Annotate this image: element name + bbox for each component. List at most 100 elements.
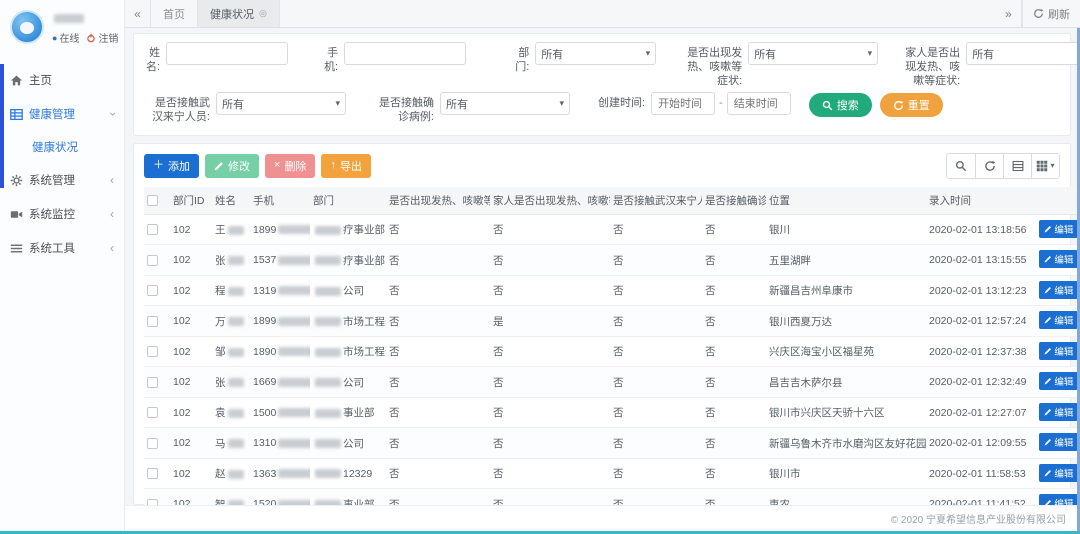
sidebar-item-health-status[interactable]: 健康状况 (0, 131, 124, 163)
start-date-input[interactable] (651, 92, 715, 115)
table-row[interactable]: 102马1310公司否否否否新疆乌鲁木齐市水磨沟区友好花园二期2020-02-0… (144, 428, 1080, 459)
table-row[interactable]: 102程1319公司否否否否新疆昌吉州阜康市2020-02-01 13:12:2… (144, 275, 1080, 306)
created-filter-label: 创建时间: (598, 92, 645, 111)
cell-entry-time: 2020-02-01 12:27:07 (926, 397, 1028, 428)
column-header: 部门ID (170, 187, 212, 215)
cell-actions: 编辑×删除 (1028, 336, 1080, 367)
reset-button-label: 重置 (908, 97, 930, 113)
logout-link[interactable]: 注销 (98, 30, 118, 45)
sidebar-item-system-tools[interactable]: 系统工具 ‹ (0, 231, 124, 265)
name-filter-input[interactable] (166, 42, 288, 65)
redacted-text (228, 409, 244, 418)
table-columns-button[interactable]: ▾ (1031, 154, 1059, 178)
table-row[interactable]: 102张1537疗事业部否否否否五里湖畔2020-02-01 13:15:55编… (144, 245, 1080, 276)
select-all-checkbox[interactable] (147, 195, 158, 206)
row-checkbox[interactable] (147, 255, 158, 266)
sidebar-item-system-monitor[interactable]: 系统监控 ‹ (0, 197, 124, 231)
cell-name: 万 (212, 306, 250, 337)
sidebar-item-label: 健康状况 (32, 142, 78, 154)
row-checkbox[interactable] (147, 285, 158, 296)
reset-button[interactable]: 重置 (880, 93, 943, 117)
cell-family-symptom: 否 (490, 275, 610, 306)
row-checkbox[interactable] (147, 407, 158, 418)
dept-filter-select[interactable]: 所有 ▾ (535, 42, 656, 65)
cell-symptom: 否 (386, 367, 490, 398)
cell-phone: 1537 (250, 245, 310, 276)
phone-filter-input[interactable] (344, 42, 466, 65)
row-checkbox[interactable] (147, 316, 158, 327)
search-button[interactable]: 搜索 (809, 93, 872, 117)
table-row[interactable]: 102王1899疗事业部否否否否银川2020-02-01 13:18:56编辑×… (144, 214, 1080, 245)
row-edit-button[interactable]: 编辑 (1039, 250, 1078, 268)
tabs-scroll-right-button[interactable]: » (996, 0, 1022, 27)
redacted-text (228, 317, 244, 326)
sidebar-item-health-management[interactable]: 健康管理 ‹ (0, 97, 124, 131)
table-refresh-button[interactable] (975, 154, 1003, 178)
table-search-toggle-button[interactable] (947, 154, 975, 178)
symptom-filter-select[interactable]: 所有 ▾ (748, 42, 878, 65)
add-button[interactable]: ＋ 添加 (144, 154, 199, 178)
column-header: 是否出现发热、咳嗽等症状 (386, 187, 490, 215)
cell-name: 袁 (212, 397, 250, 428)
cell-dept: 公司 (310, 275, 386, 306)
end-date-input[interactable] (727, 92, 791, 115)
edit-pencil-icon (1044, 255, 1052, 263)
row-checkbox[interactable] (147, 377, 158, 388)
row-edit-button[interactable]: 编辑 (1039, 311, 1078, 329)
user-panel: ● 在线 注销 (0, 0, 124, 53)
row-checkbox[interactable] (147, 224, 158, 235)
online-status-icon: ● (52, 33, 57, 43)
table-row[interactable]: 102袁1500事业部否否否否银川市兴庆区天骄十六区2020-02-01 12:… (144, 397, 1080, 428)
table-row[interactable]: 102赵136312329否否否否银川市2020-02-01 11:58:53编… (144, 458, 1080, 489)
refresh-page-button[interactable]: 刷新 (1022, 0, 1080, 27)
export-button-label: 导出 (340, 158, 362, 174)
wuhan-filter-select[interactable]: 所有 ▾ (216, 92, 346, 115)
table-row[interactable]: 102智1520事业部否否否否惠农2020-02-01 11:41:52编辑×删… (144, 489, 1080, 505)
row-edit-button[interactable]: 编辑 (1039, 403, 1078, 421)
row-edit-button[interactable]: 编辑 (1039, 433, 1078, 451)
row-checkbox[interactable] (147, 346, 158, 357)
row-checkbox[interactable] (147, 468, 158, 479)
cell-wuhan-contact: 否 (610, 275, 702, 306)
redacted-text (228, 348, 244, 357)
cell-dept-id: 102 (170, 275, 212, 306)
sidebar-item-home[interactable]: 主页 (0, 63, 124, 97)
redacted-text (228, 378, 244, 387)
row-edit-button[interactable]: 编辑 (1039, 220, 1078, 238)
cell-entry-time: 2020-02-01 13:12:23 (926, 275, 1028, 306)
cell-confirmed-contact: 否 (702, 397, 766, 428)
table-row[interactable]: 102张1669公司否否否否昌吉吉木萨尔县2020-02-01 12:32:49… (144, 367, 1080, 398)
cell-dept-id: 102 (170, 306, 212, 337)
row-edit-button[interactable]: 编辑 (1039, 281, 1078, 299)
avatar[interactable] (10, 10, 44, 44)
row-edit-button[interactable]: 编辑 (1039, 372, 1078, 390)
row-edit-button[interactable]: 编辑 (1039, 494, 1078, 505)
tab-health-status[interactable]: 健康状况 ◎ (198, 0, 280, 27)
app-window: ● 在线 注销 主页 健康管理 ‹ 健康状况 系统管理 (0, 0, 1080, 534)
table-row[interactable]: 102万1899市场工程部否是否否银川西夏万达2020-02-01 12:57:… (144, 306, 1080, 337)
cell-dept: 12329 (310, 458, 386, 489)
row-checkbox[interactable] (147, 438, 158, 449)
redacted-text (315, 378, 341, 387)
row-edit-button[interactable]: 编辑 (1039, 464, 1078, 482)
delete-button-label: 删除 (284, 158, 306, 174)
sidebar-item-system-management[interactable]: 系统管理 ‹ (0, 163, 124, 197)
cell-symptom: 否 (386, 214, 490, 245)
export-button[interactable]: ↑ 导出 (321, 154, 371, 178)
tabs-scroll-left-button[interactable]: « (125, 0, 151, 27)
confirmed-filter-select[interactable]: 所有 ▾ (440, 92, 570, 115)
modify-button[interactable]: 修改 (205, 154, 259, 178)
table-view-toggle-button[interactable] (1003, 154, 1031, 178)
refresh-label: 刷新 (1048, 6, 1070, 22)
row-edit-button[interactable]: 编辑 (1039, 342, 1078, 360)
cell-actions: 编辑×删除 (1028, 397, 1080, 428)
delete-button[interactable]: × 删除 (265, 154, 315, 178)
cell-location: 银川西夏万达 (766, 306, 926, 337)
cell-dept-id: 102 (170, 458, 212, 489)
tab-home[interactable]: 首页 (151, 0, 198, 27)
grid-view-icon (1012, 160, 1024, 172)
table-row[interactable]: 102邹1890市场工程部否否否否兴庆区海宝小区福星苑2020-02-01 12… (144, 336, 1080, 367)
family-filter-select[interactable]: 所有 ▾ (966, 42, 1080, 65)
sidebar: ● 在线 注销 主页 健康管理 ‹ 健康状况 系统管理 (0, 0, 125, 531)
close-icon[interactable]: ◎ (259, 8, 267, 19)
